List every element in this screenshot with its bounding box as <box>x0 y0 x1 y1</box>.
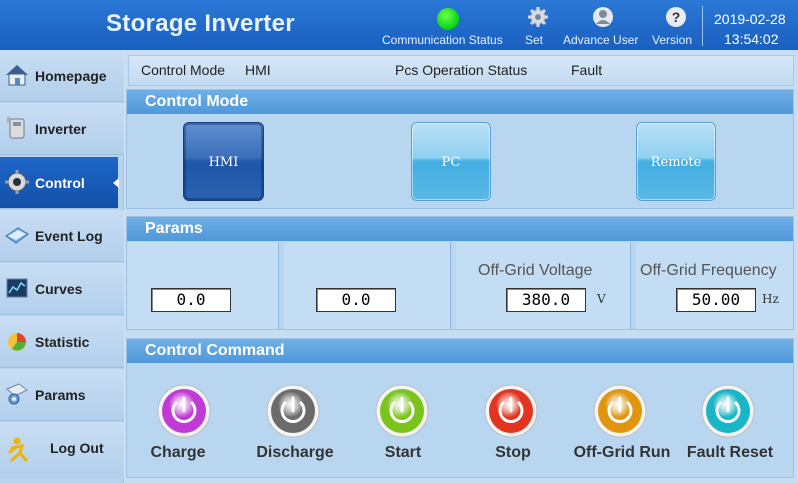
power-icon <box>593 384 647 438</box>
power-icon <box>484 384 538 438</box>
power-icon <box>701 384 755 438</box>
stop-button[interactable] <box>484 384 538 438</box>
sidebar-item-log-out[interactable]: Log Out <box>0 422 124 478</box>
discharge-label: Discharge <box>256 444 334 461</box>
pcs-operation-status-value: Fault <box>571 62 603 78</box>
sidebar-item-label: Event Log <box>35 228 103 244</box>
time-display: 13:54:02 <box>724 31 779 47</box>
off-grid-run-button[interactable] <box>593 384 647 438</box>
power-icon <box>266 384 320 438</box>
param-cell <box>636 242 793 329</box>
communication-status-label: Communication Status <box>382 33 503 47</box>
start-button[interactable] <box>375 384 429 438</box>
inverter-icon <box>7 117 25 139</box>
power-icon <box>157 384 211 438</box>
user-icon[interactable] <box>592 6 614 28</box>
sidebar-item-curves[interactable]: Curves <box>0 263 124 315</box>
off-grid-frequency-input[interactable]: 50.00 <box>676 288 756 312</box>
home-icon <box>6 65 28 86</box>
charge-button[interactable] <box>157 384 211 438</box>
svg-text:?: ? <box>672 9 681 25</box>
date-display: 2019-02-28 <box>714 11 786 27</box>
sidebar-item-label: Log Out <box>50 440 104 456</box>
sidebar-item-params[interactable]: Params <box>0 369 124 421</box>
fault-reset-label: Fault Reset <box>686 444 774 461</box>
section-title: Control Mode <box>145 93 249 110</box>
header-divider <box>702 6 703 46</box>
mode-pc-button[interactable]: PC <box>411 122 491 201</box>
discharge-button[interactable] <box>266 384 320 438</box>
communication-status-indicator[interactable] <box>437 8 459 30</box>
version-label: Version <box>652 33 693 47</box>
gear-icon[interactable] <box>527 6 549 28</box>
set-label: Set <box>525 33 544 47</box>
mode-hmi-button[interactable]: HMI <box>183 122 264 201</box>
param-1-input[interactable]: 0.0 <box>151 288 231 312</box>
charge-label: Charge <box>150 444 206 461</box>
active-indicator-arrow <box>113 178 119 188</box>
event-log-icon <box>5 227 29 244</box>
advance-user-label: Advance User <box>563 33 639 47</box>
section-header: Control Mode <box>127 90 793 114</box>
params-icon <box>6 383 28 405</box>
sidebar-item-event-log[interactable]: Event Log <box>0 210 124 262</box>
power-icon <box>375 384 429 438</box>
param-cell <box>127 242 279 329</box>
sidebar-item-statistic[interactable]: Statistic <box>0 316 124 368</box>
stop-label: Stop <box>495 444 531 461</box>
section-title: Control Command <box>145 342 285 359</box>
sidebar-item-inverter[interactable]: Inverter <box>0 103 124 155</box>
gear-icon <box>5 170 29 194</box>
control-mode-status-value: HMI <box>245 62 271 78</box>
sidebar-item-control[interactable]: Control <box>0 157 118 209</box>
sidebar-item-label: Control <box>35 175 85 191</box>
mode-remote-button[interactable]: Remote <box>636 122 716 201</box>
off-grid-run-label: Off-Grid Run <box>573 444 671 461</box>
pie-chart-icon <box>8 333 26 351</box>
sidebar-item-label: Inverter <box>35 121 87 137</box>
off-grid-voltage-label: Off-Grid Voltage <box>478 262 593 279</box>
sidebar-item-label: Params <box>35 387 86 403</box>
control-mode-status-label: Control Mode <box>141 62 226 78</box>
section-title: Params <box>145 220 203 237</box>
fault-reset-button[interactable] <box>701 384 755 438</box>
off-grid-voltage-input[interactable]: 380.0 <box>506 288 586 312</box>
off-grid-frequency-label: Off-Grid Frequency <box>640 262 777 279</box>
param-cell <box>456 242 631 329</box>
param-cell <box>284 242 451 329</box>
app-title: Storage Inverter <box>106 10 295 37</box>
sidebar-item-label: Curves <box>35 281 83 297</box>
sidebar-item-homepage[interactable]: Homepage <box>0 50 124 102</box>
frequency-unit: Hz <box>762 292 779 306</box>
help-icon[interactable]: ? <box>665 6 687 28</box>
section-header: Params <box>127 217 793 241</box>
app-window: Storage Inverter Communication Status Se… <box>0 0 798 483</box>
curves-icon <box>6 278 28 298</box>
logout-icon <box>8 437 28 462</box>
sidebar-item-label: Homepage <box>35 68 107 84</box>
section-header: Control Command <box>127 339 793 363</box>
voltage-unit: V <box>597 292 606 306</box>
start-label: Start <box>384 444 422 461</box>
header-bar: Storage Inverter Communication Status Se… <box>0 0 798 50</box>
param-2-input[interactable]: 0.0 <box>316 288 396 312</box>
pcs-operation-status-label: Pcs Operation Status <box>395 62 528 78</box>
sidebar-item-label: Statistic <box>35 334 90 350</box>
